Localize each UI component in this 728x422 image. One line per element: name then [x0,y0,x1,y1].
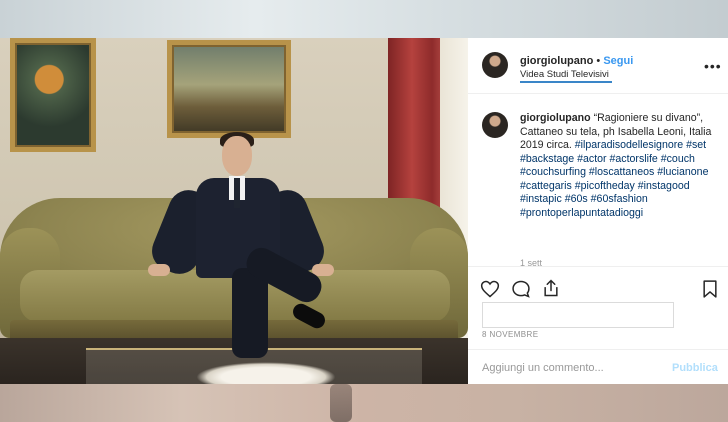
header-username-line: giorgiolupano • Segui [520,55,633,67]
bookmark-icon[interactable] [700,279,720,304]
header-separator-dot: • [596,55,601,67]
likes-box [482,302,674,328]
caption-avatar[interactable] [482,112,508,138]
blurred-backdrop-bottom [0,384,728,422]
header-username[interactable]: giorgiolupano [520,55,593,67]
heart-icon[interactable] [480,279,500,304]
person-leg-left [232,268,268,358]
comment-icon[interactable] [511,279,531,304]
caption-timestamp: 1 sett [520,258,543,266]
person-hand-left [148,264,170,276]
location-underline [520,81,612,83]
flower-painting [10,38,96,152]
follow-button[interactable]: Segui [603,55,633,67]
blurred-backdrop-top [0,0,728,38]
post-photo[interactable] [0,38,468,384]
post-side-panel: giorgiolupano • Segui Videa Studi Televi… [468,38,728,384]
share-icon[interactable] [541,278,561,303]
caption-username[interactable]: giorgiolupano [520,112,591,124]
backdrop-streak [330,384,352,422]
post-header: giorgiolupano • Segui Videa Studi Televi… [468,38,728,94]
doily [196,362,336,384]
person-head [222,136,252,176]
caption: giorgiolupano “Ragioniere su divano”, Ca… [520,112,720,220]
comment-input[interactable] [482,362,652,374]
comment-row: Pubblica [468,349,728,386]
landscape-painting [167,40,291,138]
caption-area: giorgiolupano “Ragioniere su divano”, Ca… [468,94,728,266]
post-date: 8 NOVEMBRE [482,330,539,339]
action-section: 8 NOVEMBRE Pubblica [468,266,728,385]
location-link[interactable]: Videa Studi Televisivi [520,69,609,80]
avatar[interactable] [482,52,508,78]
person-tie [234,178,240,208]
more-options-icon[interactable]: ••• [704,58,722,74]
publish-button[interactable]: Pubblica [672,362,718,374]
